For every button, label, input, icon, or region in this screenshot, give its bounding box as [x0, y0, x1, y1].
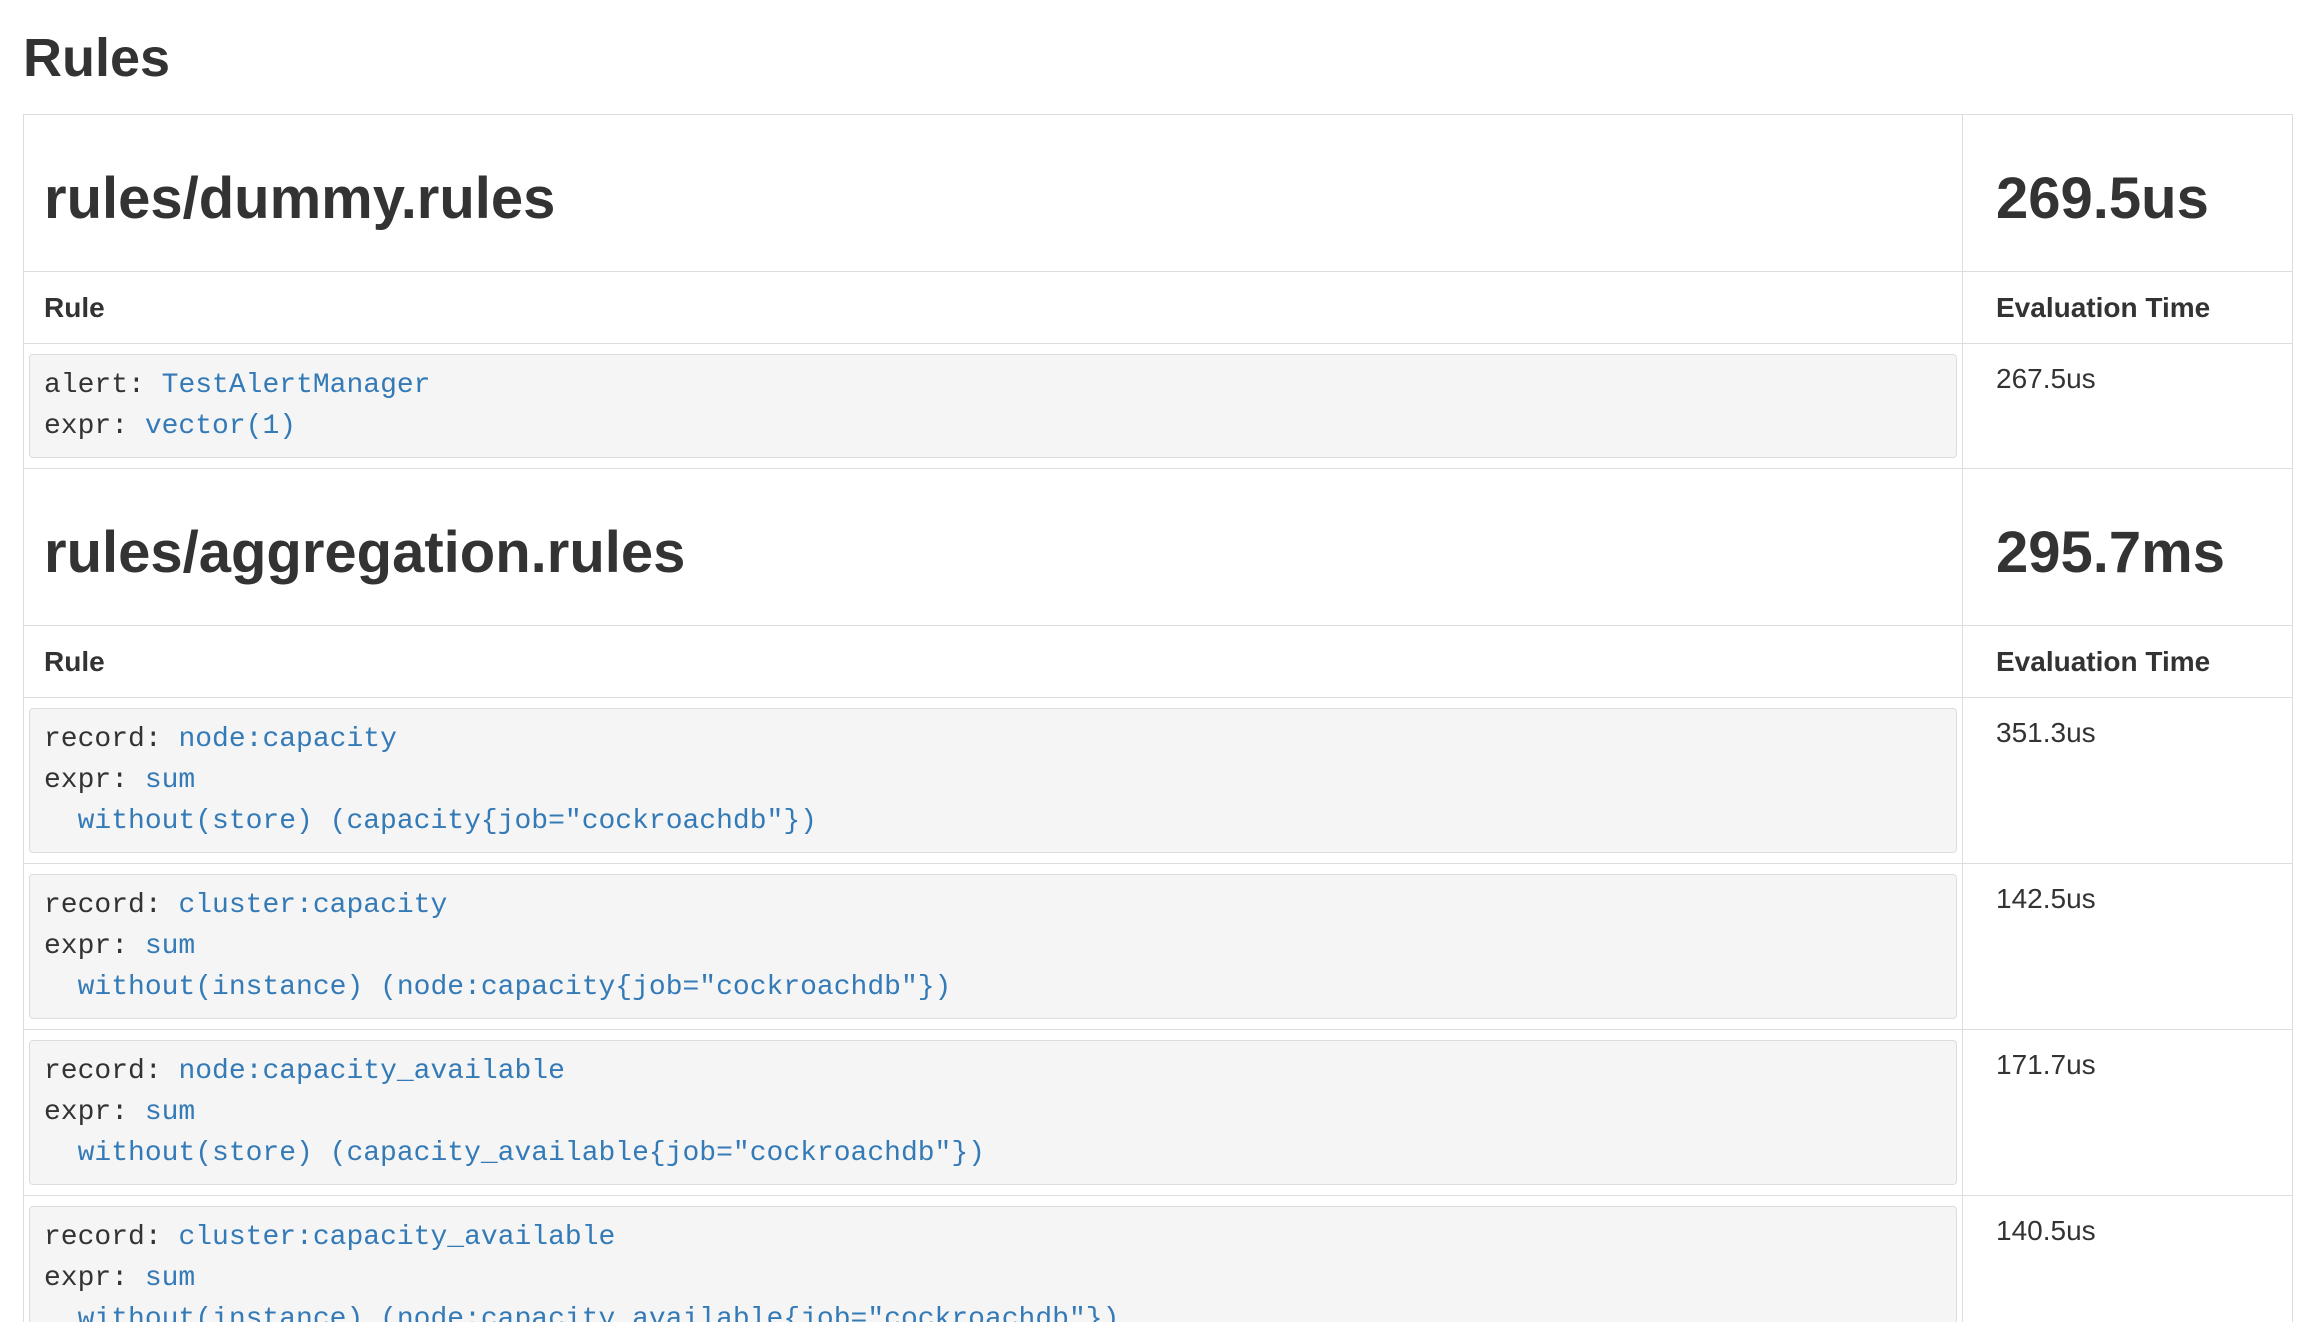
evaluation-time-column-header: Evaluation Time	[1963, 272, 2293, 344]
rule-name-link[interactable]: node:capacity	[178, 724, 396, 755]
rule-definition-cell: record: cluster:capacity_available expr:…	[24, 1196, 1963, 1322]
expr-keyword: expr:	[44, 765, 128, 796]
rule-evaluation-time: 351.3us	[1963, 698, 2293, 864]
rule-evaluation-time: 267.5us	[1963, 344, 2293, 469]
column-header-row: Rule Evaluation Time	[24, 272, 2293, 344]
rule-definition-cell: record: node:capacity_available expr: su…	[24, 1030, 1963, 1196]
rule-definition-cell: alert: TestAlertManager expr: vector(1)	[24, 344, 1963, 469]
expr-keyword: expr:	[44, 1263, 128, 1294]
rule-code-block: alert: TestAlertManager expr: vector(1)	[29, 354, 1957, 458]
expr-keyword: expr:	[44, 1097, 128, 1128]
rule-code-block: record: node:capacity expr: sum without(…	[29, 708, 1957, 853]
rule-keyword: alert:	[44, 370, 145, 401]
rule-row: alert: TestAlertManager expr: vector(1) …	[24, 344, 2293, 469]
rules-table: rules/dummy.rules 269.5us Rule Evaluatio…	[23, 114, 2293, 1322]
rule-row: record: cluster:capacity expr: sum witho…	[24, 864, 2293, 1030]
rule-group-file: rules/dummy.rules	[24, 115, 1963, 272]
rule-evaluation-time: 142.5us	[1963, 864, 2293, 1030]
expr-keyword: expr:	[44, 411, 128, 442]
rule-keyword: record:	[44, 724, 162, 755]
rule-column-header: Rule	[24, 626, 1963, 698]
evaluation-time-column-header: Evaluation Time	[1963, 626, 2293, 698]
rule-name-link[interactable]: node:capacity_available	[178, 1056, 564, 1087]
rule-keyword: record:	[44, 1056, 162, 1087]
rule-row: record: node:capacity_available expr: su…	[24, 1030, 2293, 1196]
rule-group-evaluation-time: 269.5us	[1963, 115, 2293, 272]
rule-code-block: record: cluster:capacity expr: sum witho…	[29, 874, 1957, 1019]
page-container: Rules rules/dummy.rules 269.5us Rule Eva…	[0, 26, 2316, 1322]
rule-row: record: node:capacity expr: sum without(…	[24, 698, 2293, 864]
rule-expr-link[interactable]: vector(1)	[145, 411, 296, 442]
page-title: Rules	[23, 26, 2293, 90]
rule-expr-link[interactable]: sum without(store) (capacity{job="cockro…	[44, 765, 817, 837]
rule-keyword: record:	[44, 890, 162, 921]
rule-name-link[interactable]: cluster:capacity	[178, 890, 447, 921]
rule-group-file: rules/aggregation.rules	[24, 469, 1963, 626]
rule-code-block: record: cluster:capacity_available expr:…	[29, 1206, 1957, 1322]
column-header-row: Rule Evaluation Time	[24, 626, 2293, 698]
rule-row: record: cluster:capacity_available expr:…	[24, 1196, 2293, 1322]
rule-expr-link[interactable]: sum without(instance) (node:capacity{job…	[44, 931, 951, 1003]
rule-expr-link[interactable]: sum without(instance) (node:capacity_ava…	[44, 1263, 1119, 1322]
rule-group-header-row: rules/aggregation.rules 295.7ms	[24, 469, 2293, 626]
rule-expr-link[interactable]: sum without(store) (capacity_available{j…	[44, 1097, 985, 1169]
rule-definition-cell: record: node:capacity expr: sum without(…	[24, 698, 1963, 864]
rule-evaluation-time: 171.7us	[1963, 1030, 2293, 1196]
rule-code-block: record: node:capacity_available expr: su…	[29, 1040, 1957, 1185]
expr-keyword: expr:	[44, 931, 128, 962]
rule-definition-cell: record: cluster:capacity expr: sum witho…	[24, 864, 1963, 1030]
rule-group-evaluation-time: 295.7ms	[1963, 469, 2293, 626]
rule-evaluation-time: 140.5us	[1963, 1196, 2293, 1322]
rule-name-link[interactable]: cluster:capacity_available	[178, 1222, 615, 1253]
rule-name-link[interactable]: TestAlertManager	[162, 370, 431, 401]
rule-group-header-row: rules/dummy.rules 269.5us	[24, 115, 2293, 272]
rules-page: Rules rules/dummy.rules 269.5us Rule Eva…	[0, 0, 2316, 1322]
rule-keyword: record:	[44, 1222, 162, 1253]
rule-column-header: Rule	[24, 272, 1963, 344]
